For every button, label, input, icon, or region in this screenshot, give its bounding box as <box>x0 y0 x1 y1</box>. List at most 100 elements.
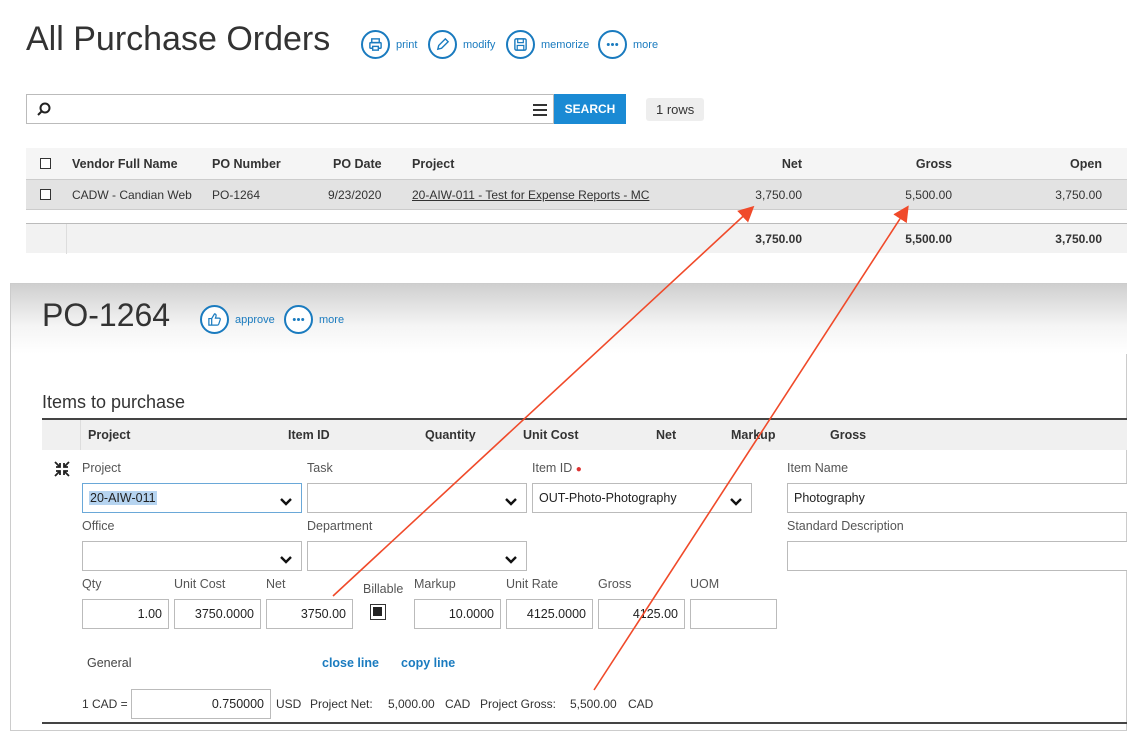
copy-line-link[interactable]: copy line <box>401 656 455 670</box>
qty-field[interactable]: 1.00 <box>82 599 169 629</box>
uom-label: UOM <box>690 577 720 591</box>
collapse-icon[interactable] <box>54 461 70 482</box>
office-label: Office <box>82 519 115 533</box>
memorize-button[interactable]: memorize <box>506 30 589 59</box>
project-value: 20-AIW-011 <box>89 491 157 505</box>
unit-cost-label: Unit Cost <box>174 577 226 591</box>
memorize-label: memorize <box>541 38 590 51</box>
col-vendor[interactable]: Vendor Full Name <box>72 148 178 180</box>
task-label: Task <box>307 461 333 475</box>
cell-net: 3,750.00 <box>755 188 802 202</box>
billable-checkbox[interactable] <box>370 604 386 620</box>
project-label: Project <box>82 461 121 475</box>
col-po-number[interactable]: PO Number <box>212 148 281 180</box>
cell-project-link[interactable]: 20-AIW-011 - Test for Expense Reports - … <box>412 180 649 210</box>
close-line-link[interactable]: close line <box>322 656 379 670</box>
qty-label: Qty <box>82 577 102 591</box>
col-net[interactable]: Net <box>702 148 802 180</box>
billable-label: Billable <box>363 582 404 596</box>
page-title: All Purchase Orders <box>26 20 331 58</box>
markup-field[interactable]: 10.0000 <box>414 599 501 629</box>
col-project[interactable]: Project <box>412 148 454 180</box>
chevron-down-icon <box>279 549 293 570</box>
detail-more-label: more <box>319 313 345 326</box>
currency-suffix: USD <box>276 697 302 711</box>
items-col-item-id: Item ID <box>288 428 330 442</box>
ellipsis-icon <box>284 305 313 334</box>
table-row[interactable]: CADW - Candian Web PO-1264 9/23/2020 20-… <box>26 180 1127 210</box>
general-tab[interactable]: General <box>87 656 131 670</box>
items-col-project: Project <box>88 428 131 442</box>
divider <box>66 224 67 254</box>
chevron-down-icon <box>279 491 293 512</box>
item-id-select[interactable]: OUT-Photo-Photography <box>532 483 752 513</box>
totals-row: 3,750.00 5,500.00 3,750.00 <box>26 223 1127 254</box>
items-col-net: Net <box>656 428 677 442</box>
print-label: print <box>396 38 418 51</box>
project-net-currency: CAD <box>445 697 471 711</box>
chevron-down-icon <box>504 491 518 512</box>
std-desc-label: Standard Description <box>787 519 904 533</box>
chevron-down-icon <box>729 491 743 512</box>
office-select[interactable] <box>82 541 302 571</box>
section-title: Items to purchase <box>42 392 186 412</box>
purchase-orders-list-panel: All Purchase Orders print modify memoriz… <box>0 0 1127 283</box>
more-button[interactable]: more <box>598 30 658 59</box>
pencil-icon <box>428 30 457 59</box>
total-open: 3,750.00 <box>1055 232 1102 246</box>
search-input[interactable] <box>26 94 554 124</box>
cell-open: 3,750.00 <box>1055 188 1102 202</box>
col-gross[interactable]: Gross <box>852 148 952 180</box>
cell-po-number: PO-1264 <box>212 188 261 202</box>
items-col-quantity: Quantity <box>425 428 476 442</box>
modify-button[interactable]: modify <box>428 30 495 59</box>
item-id-label: Item ID ● <box>532 461 582 475</box>
total-net: 3,750.00 <box>755 232 802 246</box>
approve-button[interactable]: approve <box>200 305 275 334</box>
cell-vendor: CADW - Candian Web <box>72 188 192 202</box>
menu-icon[interactable] <box>533 103 547 121</box>
std-desc-field[interactable] <box>787 541 1127 571</box>
save-icon <box>506 30 535 59</box>
project-gross-currency: CAD <box>628 697 654 711</box>
item-id-value: OUT-Photo-Photography <box>539 491 677 505</box>
approve-label: approve <box>235 313 275 326</box>
thumbs-up-icon <box>200 305 229 334</box>
unit-cost-field[interactable]: 3750.0000 <box>174 599 261 629</box>
exchange-rate-field[interactable]: 0.750000 <box>131 689 271 719</box>
total-gross: 5,500.00 <box>905 232 952 246</box>
divider <box>80 420 81 450</box>
col-open[interactable]: Open <box>1002 148 1102 180</box>
items-col-markup: Markup <box>731 428 776 442</box>
cell-gross: 5,500.00 <box>905 188 952 202</box>
gross-field[interactable]: 4125.00 <box>598 599 685 629</box>
net-field[interactable]: 3750.00 <box>266 599 353 629</box>
unit-rate-field[interactable]: 4125.0000 <box>506 599 593 629</box>
project-net-label: Project Net: <box>310 697 373 711</box>
ellipsis-icon <box>598 30 627 59</box>
task-select[interactable] <box>307 483 527 513</box>
row-checkbox[interactable] <box>40 189 51 200</box>
item-id-label-text: Item ID <box>532 461 573 475</box>
uom-field[interactable] <box>690 599 777 629</box>
grid-header: Vendor Full Name PO Number PO Date Proje… <box>26 148 1127 180</box>
po-detail-panel: PO-1264 approve more Items to purchase P… <box>10 283 1127 731</box>
detail-more-button[interactable]: more <box>284 305 344 334</box>
department-select[interactable] <box>307 541 527 571</box>
items-col-gross: Gross <box>830 428 867 442</box>
project-select[interactable]: 20-AIW-011 <box>82 483 302 513</box>
unit-rate-label: Unit Rate <box>506 577 559 591</box>
shadow-band <box>11 284 1127 354</box>
printer-icon <box>361 30 390 59</box>
search-button[interactable]: SEARCH <box>554 94 626 124</box>
more-label: more <box>633 38 659 51</box>
print-button[interactable]: print <box>361 30 417 59</box>
item-name-field[interactable]: Photography <box>787 483 1127 513</box>
item-name-label: Item Name <box>787 461 849 475</box>
modify-label: modify <box>463 38 496 51</box>
project-gross-label: Project Gross: <box>480 697 557 711</box>
col-po-date[interactable]: PO Date <box>333 148 382 180</box>
select-all-checkbox[interactable] <box>40 158 51 169</box>
gross-label: Gross <box>598 577 632 591</box>
project-gross-value: 5,500.00 <box>570 697 617 711</box>
